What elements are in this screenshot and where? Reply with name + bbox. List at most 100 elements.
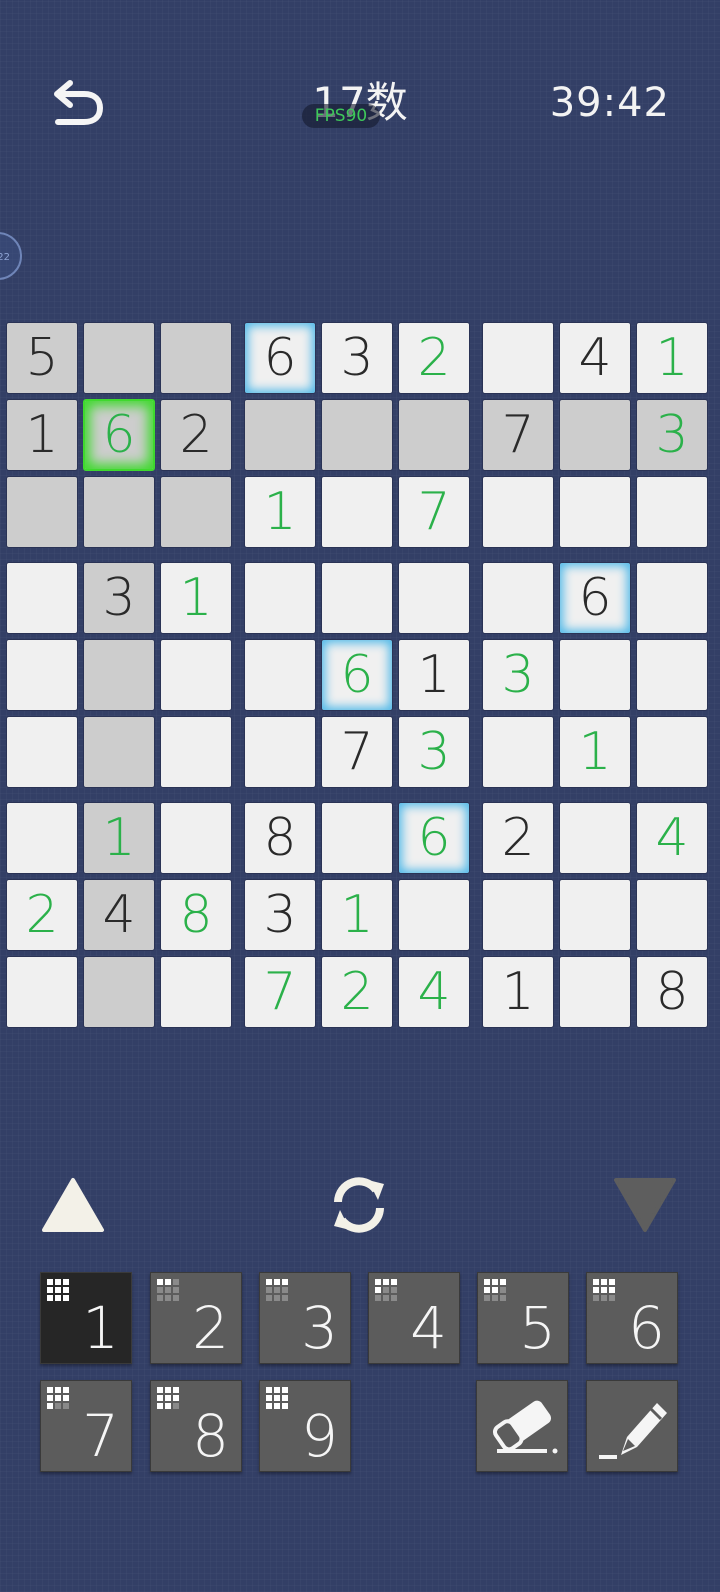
cell-r7c9[interactable]: 4 [636, 802, 708, 874]
triangle-down-icon[interactable] [612, 1176, 678, 1234]
cell-r7c5[interactable] [321, 802, 393, 874]
cell-r1c4[interactable]: 6 [244, 322, 316, 394]
number-key-2[interactable]: 2 [150, 1272, 242, 1364]
number-key-6[interactable]: 6 [586, 1272, 678, 1364]
cell-r6c2[interactable] [83, 716, 155, 788]
cell-r5c9[interactable] [636, 639, 708, 711]
cell-r5c5[interactable]: 6 [321, 639, 393, 711]
pencil-button[interactable] [586, 1380, 678, 1472]
cell-r2c8[interactable] [559, 399, 631, 471]
number-key-3[interactable]: 3 [259, 1272, 351, 1364]
floating-bubble[interactable]: 22 [0, 232, 22, 280]
cell-r2c7[interactable]: 7 [482, 399, 554, 471]
cell-r4c8[interactable]: 6 [559, 562, 631, 634]
cell-r2c2[interactable]: 6 [83, 399, 155, 471]
cell-r3c2[interactable] [83, 476, 155, 548]
cell-r4c5[interactable] [321, 562, 393, 634]
cell-r4c6[interactable] [398, 562, 470, 634]
number-key-label: 4 [410, 1294, 447, 1362]
cell-r1c7[interactable] [482, 322, 554, 394]
cell-r8c8[interactable] [559, 879, 631, 951]
number-key-label: 1 [82, 1294, 119, 1362]
cell-r3c7[interactable] [482, 476, 554, 548]
cell-r8c1[interactable]: 2 [6, 879, 78, 951]
triangle-up-icon[interactable] [40, 1176, 106, 1234]
top-bar: 17数 FPS90 39:42 [0, 70, 720, 140]
cell-r1c8[interactable]: 4 [559, 322, 631, 394]
cell-r3c9[interactable] [636, 476, 708, 548]
cell-r9c1[interactable] [6, 956, 78, 1028]
cell-r6c9[interactable] [636, 716, 708, 788]
cell-r6c5[interactable]: 7 [321, 716, 393, 788]
cell-r2c1[interactable]: 1 [6, 399, 78, 471]
cell-r4c3[interactable]: 1 [160, 562, 232, 634]
cell-r7c4[interactable]: 8 [244, 802, 316, 874]
cell-r9c3[interactable] [160, 956, 232, 1028]
cell-r4c2[interactable]: 3 [83, 562, 155, 634]
number-key-7[interactable]: 7 [40, 1380, 132, 1472]
cell-r3c3[interactable] [160, 476, 232, 548]
cell-r6c3[interactable] [160, 716, 232, 788]
cell-r6c7[interactable] [482, 716, 554, 788]
game-timer: 39:42 [549, 80, 670, 126]
cell-r7c7[interactable]: 2 [482, 802, 554, 874]
cell-r6c4[interactable] [244, 716, 316, 788]
cell-r8c3[interactable]: 8 [160, 879, 232, 951]
eraser-button[interactable] [476, 1380, 568, 1472]
cell-r7c2[interactable]: 1 [83, 802, 155, 874]
refresh-icon[interactable] [324, 1172, 394, 1238]
cell-r1c3[interactable] [160, 322, 232, 394]
cell-r3c8[interactable] [559, 476, 631, 548]
cell-r9c5[interactable]: 2 [321, 956, 393, 1028]
cell-r5c3[interactable] [160, 639, 232, 711]
cell-r2c5[interactable] [321, 399, 393, 471]
cell-r7c6[interactable]: 6 [398, 802, 470, 874]
cell-r5c2[interactable] [83, 639, 155, 711]
cell-r5c4[interactable] [244, 639, 316, 711]
cell-r2c4[interactable] [244, 399, 316, 471]
cell-r1c1[interactable]: 5 [6, 322, 78, 394]
cell-r7c8[interactable] [559, 802, 631, 874]
cell-r1c2[interactable] [83, 322, 155, 394]
cell-r5c6[interactable]: 1 [398, 639, 470, 711]
cell-r9c8[interactable] [559, 956, 631, 1028]
cell-r8c4[interactable]: 3 [244, 879, 316, 951]
cell-r9c6[interactable]: 4 [398, 956, 470, 1028]
cell-r4c9[interactable] [636, 562, 708, 634]
cell-r3c1[interactable] [6, 476, 78, 548]
cell-r2c6[interactable] [398, 399, 470, 471]
cell-r4c1[interactable] [6, 562, 78, 634]
cell-r1c5[interactable]: 3 [321, 322, 393, 394]
number-key-1[interactable]: 1 [40, 1272, 132, 1364]
cell-r5c1[interactable] [6, 639, 78, 711]
cell-r3c6[interactable]: 7 [398, 476, 470, 548]
cell-r5c7[interactable]: 3 [482, 639, 554, 711]
cell-r9c7[interactable]: 1 [482, 956, 554, 1028]
cell-r8c2[interactable]: 4 [83, 879, 155, 951]
cell-r7c3[interactable] [160, 802, 232, 874]
cell-r1c6[interactable]: 2 [398, 322, 470, 394]
cell-r8c5[interactable]: 1 [321, 879, 393, 951]
number-key-5[interactable]: 5 [477, 1272, 569, 1364]
cell-r2c3[interactable]: 2 [160, 399, 232, 471]
cell-r9c2[interactable] [83, 956, 155, 1028]
cell-r6c8[interactable]: 1 [559, 716, 631, 788]
cell-r8c6[interactable] [398, 879, 470, 951]
cell-r5c8[interactable] [559, 639, 631, 711]
number-key-4[interactable]: 4 [368, 1272, 460, 1364]
cell-r7c1[interactable] [6, 802, 78, 874]
cell-r8c9[interactable] [636, 879, 708, 951]
cell-r3c5[interactable] [321, 476, 393, 548]
number-key-9[interactable]: 9 [259, 1380, 351, 1472]
cell-r4c4[interactable] [244, 562, 316, 634]
cell-r9c4[interactable]: 7 [244, 956, 316, 1028]
cell-r3c4[interactable]: 1 [244, 476, 316, 548]
cell-r8c7[interactable] [482, 879, 554, 951]
number-key-8[interactable]: 8 [150, 1380, 242, 1472]
cell-r9c9[interactable]: 8 [636, 956, 708, 1028]
cell-r2c9[interactable]: 3 [636, 399, 708, 471]
cell-r1c9[interactable]: 1 [636, 322, 708, 394]
cell-r6c6[interactable]: 3 [398, 716, 470, 788]
cell-r6c1[interactable] [6, 716, 78, 788]
cell-r4c7[interactable] [482, 562, 554, 634]
